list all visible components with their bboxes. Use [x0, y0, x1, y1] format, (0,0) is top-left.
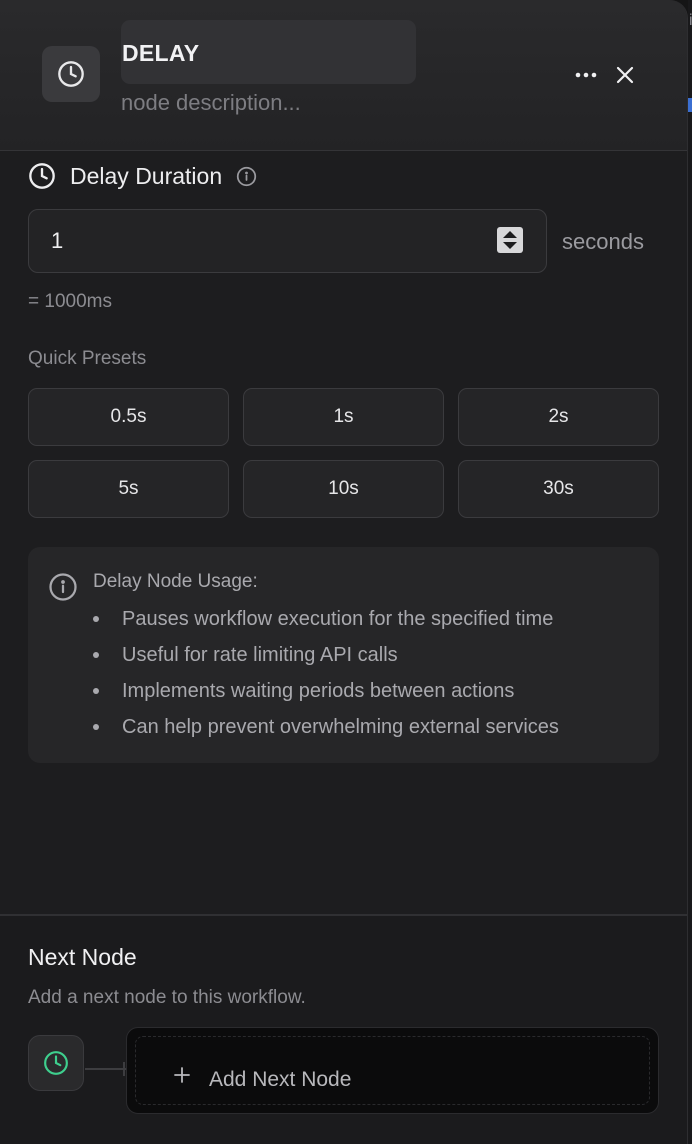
plus-icon: [174, 1067, 190, 1088]
clock-icon: [58, 61, 84, 87]
list-item: Implements waiting periods between actio…: [93, 679, 559, 715]
next-node-title: Next Node: [28, 944, 137, 970]
more-options-button[interactable]: [572, 62, 600, 88]
stepper-arrows-icon: [503, 231, 517, 249]
info-tooltip-trigger[interactable]: [236, 166, 257, 187]
current-node-badge: [28, 1035, 84, 1091]
delay-duration-input[interactable]: 1: [28, 209, 547, 273]
list-item: Pauses workflow execution for the specif…: [93, 607, 559, 643]
number-stepper[interactable]: [497, 227, 523, 253]
adjacent-canvas-edge: [688, 0, 692, 1144]
add-next-node-label: Add Next Node: [209, 1068, 352, 1091]
panel-header: DELAY node description...: [0, 0, 687, 151]
section-divider: [0, 914, 687, 916]
node-connector-cap: [123, 1062, 125, 1076]
adjacent-canvas-accent: [688, 98, 692, 112]
preset-button-5s[interactable]: 5s: [28, 460, 229, 518]
node-type-icon: [42, 46, 100, 102]
usage-info-box: Delay Node Usage: Pauses workflow execut…: [28, 547, 659, 763]
preset-button-1s[interactable]: 1s: [243, 388, 444, 446]
delay-duration-heading: Delay Duration: [28, 160, 257, 192]
usage-title: Delay Node Usage:: [93, 571, 258, 592]
node-connector-line: [85, 1068, 127, 1070]
clock-icon: [44, 1051, 68, 1075]
delay-duration-value[interactable]: 1: [51, 228, 63, 254]
usage-list: Pauses workflow execution for the specif…: [93, 607, 559, 751]
node-title[interactable]: DELAY: [122, 40, 199, 67]
milliseconds-conversion: = 1000ms: [28, 291, 112, 312]
node-settings-panel: DELAY node description... Delay Duration: [0, 0, 688, 1144]
close-icon: [616, 66, 634, 84]
clock-icon: [29, 163, 55, 189]
delay-duration-label: Delay Duration: [70, 162, 223, 189]
ellipsis-icon: [575, 72, 597, 78]
next-node-subtitle: Add a next node to this workflow.: [28, 987, 306, 1008]
close-button[interactable]: [612, 62, 638, 88]
preset-button-2s[interactable]: 2s: [458, 388, 659, 446]
list-item: Useful for rate limiting API calls: [93, 643, 559, 679]
add-next-node-button[interactable]: Add Next Node: [126, 1027, 659, 1114]
list-item: Can help prevent overwhelming external s…: [93, 715, 559, 751]
quick-presets-label: Quick Presets: [28, 348, 147, 369]
info-icon: [237, 166, 257, 186]
duration-unit-label: seconds: [562, 229, 644, 254]
node-description-field[interactable]: node description...: [121, 90, 301, 116]
info-icon: [48, 572, 78, 607]
preset-button-10s[interactable]: 10s: [243, 460, 444, 518]
preset-button-30s[interactable]: 30s: [458, 460, 659, 518]
add-next-node-dropzone: Add Next Node: [135, 1036, 650, 1105]
preset-button-0-5s[interactable]: 0.5s: [28, 388, 229, 446]
